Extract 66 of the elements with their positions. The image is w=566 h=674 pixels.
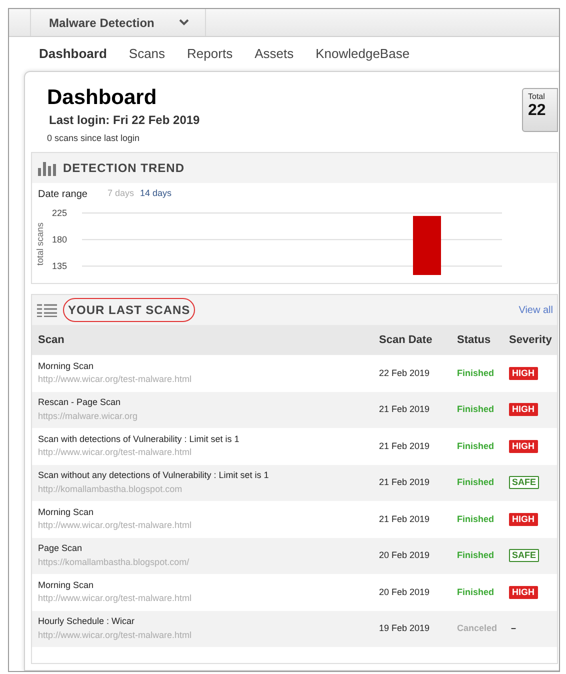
panel-title: DETECTION TREND [63,160,184,177]
scan-name: Hourly Schedule : Wicar [38,615,136,628]
severity-badge: HIGH [509,403,538,416]
scan-name: Page Scan [38,542,84,556]
scan-status: Canceled [457,623,498,633]
panel-title: YOUR LAST SCANS [63,298,196,322]
scans-since-login-text: 0 scans since last login [47,132,141,145]
scan-date: 21 Feb 2019 [379,476,431,489]
scan-date: 21 Feb 2019 [379,512,431,526]
column-header: Severity [509,332,553,348]
scan-url: http://www.wicar.org/test-malware.html [38,628,193,642]
total-value: 22 [528,102,547,120]
severity-badge: HIGH [509,512,538,526]
column-header: Scan Date [379,332,434,348]
scan-name: Morning Scan [38,506,95,519]
scan-status: Finished [457,368,494,378]
scan-name: Scan with detections of Vulnerability : Limit set is 1 [38,432,240,446]
scan-status: Finished [457,477,494,487]
list-icon [37,304,57,316]
scan-date: 19 Feb 2019 [379,622,431,635]
severity-badge: SAFE [509,476,540,489]
y-tick-label: 225 [52,208,68,218]
scan-date: 20 Feb 2019 [379,549,431,562]
severity-badge: HIGH [509,366,538,380]
severity-badge: SAFE [509,549,540,562]
bar-chart-icon [38,160,57,176]
y-tick-label: 180 [52,234,68,245]
scan-url: http://www.wicar.org/test-malware.html [38,519,193,532]
date-range-option[interactable]: 14 days [140,187,172,201]
chevron-down-icon [179,19,189,26]
scan-url: https://malware.wicar.org [38,410,139,423]
scan-date: 21 Feb 2019 [379,440,431,452]
scan-url: http://www.wicar.org/test-malware.html [38,446,193,460]
scan-name: Morning Scan [38,360,95,373]
nav-tab[interactable]: Reports [187,44,233,64]
scan-name: Scan without any detections of Vulnerability : Limit set is 1 [38,469,270,482]
scan-status: Finished [457,550,494,560]
scan-status: Finished [457,514,494,524]
scan-url: http://www.wicar.org/test-malware.html [38,373,193,386]
y-tick-label: 135 [52,261,68,272]
scan-date: 21 Feb 2019 [379,403,431,416]
total-label: Total [528,92,546,102]
scan-url: https://komallambastha.blogspot.com/ [38,556,190,569]
date-range-label: Date range [38,188,88,202]
nav-tab[interactable]: Assets [254,44,294,64]
last-login-text: Last login: Fri 22 Feb 2019 [48,112,200,129]
scan-date: 20 Feb 2019 [379,586,431,598]
y-axis-label: total scans [35,222,45,266]
page-title: Dashboard [47,86,158,110]
column-header: Status [456,332,492,348]
scan-date: 22 Feb 2019 [379,366,431,380]
scan-status: Finished [457,586,494,596]
severity-text: – [510,623,518,634]
nav-tab[interactable]: KnowledgeBase [316,44,410,64]
scan-url: http://www.wicar.org/test-malware.html [38,592,193,606]
severity-badge: HIGH [509,586,538,598]
scan-status: Finished [457,404,494,414]
view-all-link[interactable]: View all [518,302,553,318]
scan-status: Finished [457,440,494,450]
scan-name: Rescan - Page Scan [38,396,122,410]
scan-name: Morning Scan [38,578,95,592]
nav-tab[interactable]: Dashboard [39,44,107,64]
column-header: Scan [37,332,66,348]
nav-tab[interactable]: Scans [128,44,166,64]
severity-badge: HIGH [509,440,538,452]
scan-url: http://komallambastha.blogspot.com [38,482,184,496]
